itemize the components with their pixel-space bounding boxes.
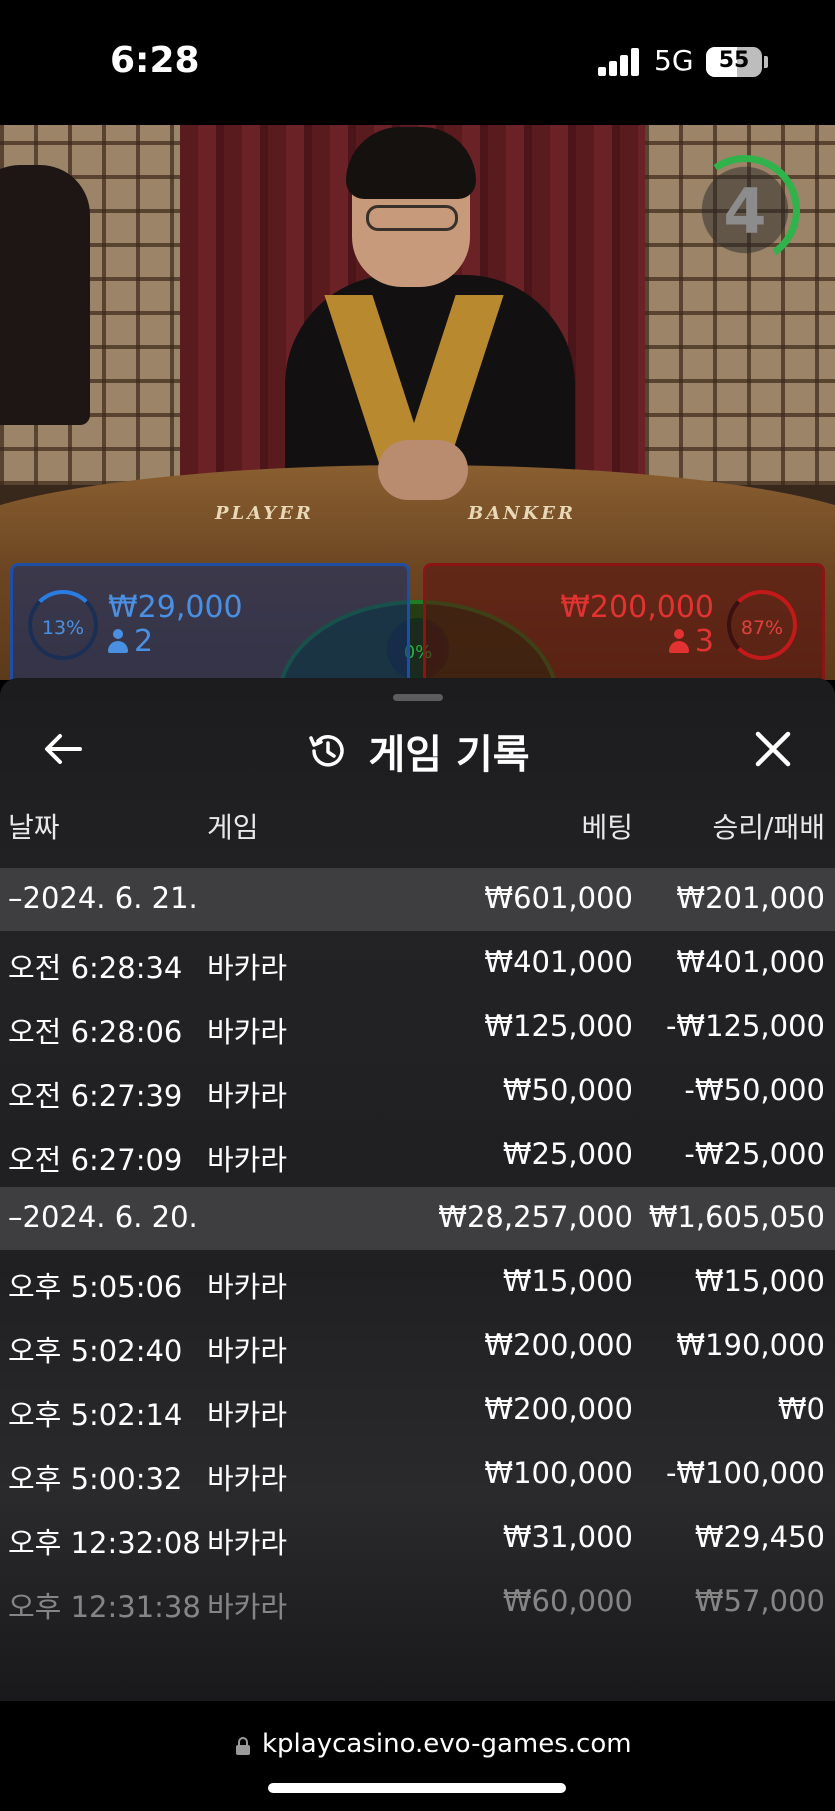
row-time: 오전 6:28:06 — [8, 1015, 183, 1049]
banker-percent: 87% — [740, 617, 784, 639]
history-row[interactable]: 오전 6:27:09 바카라 ₩25,000 -₩25,000 — [0, 1123, 835, 1187]
row-time: 오전 6:27:39 — [8, 1079, 183, 1113]
column-header-bet: 베팅 — [581, 811, 633, 844]
close-button[interactable] — [750, 726, 796, 772]
row-game: 바카라 — [207, 1590, 288, 1624]
row-game: 바카라 — [207, 1398, 288, 1432]
row-time: 오후 5:02:40 — [8, 1334, 183, 1368]
row-game: 바카라 — [207, 1270, 288, 1304]
row-game: 바카라 — [207, 1462, 288, 1496]
row-time: 오후 12:31:38 — [8, 1590, 201, 1624]
history-list[interactable]: –2024. 6. 21. ₩601,000 ₩201,000 오전 6:28:… — [0, 868, 835, 1634]
row-bet: ₩60,000 — [502, 1584, 633, 1618]
history-row[interactable]: 오전 6:28:06 바카라 ₩125,000 -₩125,000 — [0, 995, 835, 1059]
date-group-header[interactable]: –2024. 6. 21. ₩601,000 ₩201,000 — [0, 868, 835, 931]
player-percent-ring: 13% — [28, 590, 98, 660]
drag-handle[interactable] — [393, 694, 443, 701]
cellular-signal-icon — [598, 48, 640, 76]
player-bettor-count: 2 — [108, 624, 153, 659]
row-game: 바카라 — [207, 951, 288, 985]
column-header-date: 날짜 — [8, 811, 60, 844]
row-time: 오후 5:00:32 — [8, 1462, 183, 1496]
group-total-win-loss: ₩1,605,050 — [648, 1200, 825, 1234]
history-row[interactable]: 오후 5:05:06 바카라 ₩15,000 ₩15,000 — [0, 1250, 835, 1314]
row-win-loss: ₩190,000 — [676, 1328, 825, 1362]
row-game: 바카라 — [207, 1526, 288, 1560]
panel-header: 게임 기록 — [0, 722, 835, 780]
battery-level: 55 — [718, 48, 750, 73]
row-time: 오후 5:05:06 — [8, 1270, 183, 1304]
game-history-panel: 게임 기록 날짜 게임 베팅 승리/패배 –2024. 6. 21. ₩601,… — [0, 678, 835, 1701]
status-time: 6:28 — [110, 40, 200, 81]
row-bet: ₩125,000 — [484, 1009, 633, 1043]
row-bet: ₩100,000 — [484, 1456, 633, 1490]
group-total-bet: ₩28,257,000 — [438, 1200, 633, 1234]
row-game: 바카라 — [207, 1334, 288, 1368]
banker-bettor-count: 3 — [668, 624, 714, 659]
row-bet: ₩15,000 — [502, 1264, 633, 1298]
history-row[interactable]: 오전 6:27:39 바카라 ₩50,000 -₩50,000 — [0, 1059, 835, 1123]
column-header-game: 게임 — [207, 811, 259, 844]
banker-bet-spot[interactable]: ₩200,000 3 87% — [423, 563, 825, 683]
person-icon — [668, 629, 689, 653]
close-icon — [755, 731, 791, 767]
group-total-win-loss: ₩201,000 — [676, 881, 825, 915]
row-game: 바카라 — [207, 1015, 288, 1049]
network-type: 5G — [654, 44, 694, 77]
group-date: –2024. 6. 20. — [8, 1200, 198, 1234]
url-text[interactable]: kplaycasino.evo-games.com — [262, 1729, 632, 1759]
history-icon — [305, 729, 349, 773]
browser-address-bar[interactable]: kplaycasino.evo-games.com — [0, 1701, 835, 1811]
row-win-loss: ₩29,450 — [694, 1520, 825, 1554]
row-win-loss: -₩25,000 — [684, 1137, 825, 1171]
history-row[interactable]: 오후 5:02:14 바카라 ₩200,000 ₩0 — [0, 1378, 835, 1442]
row-win-loss: -₩50,000 — [684, 1073, 825, 1107]
second-dealer — [0, 165, 90, 425]
row-win-loss: -₩100,000 — [665, 1456, 825, 1490]
row-time: 오후 5:02:14 — [8, 1398, 183, 1432]
timer-value: 4 — [723, 175, 767, 248]
column-header-win-loss: 승리/패배 — [712, 811, 825, 844]
row-bet: ₩200,000 — [484, 1392, 633, 1426]
group-date: –2024. 6. 21. — [8, 881, 198, 915]
player-bet-amount: ₩29,000 — [108, 590, 243, 625]
history-row[interactable]: 오후 12:32:08 바카라 ₩31,000 ₩29,450 — [0, 1506, 835, 1570]
row-win-loss: ₩57,000 — [694, 1584, 825, 1618]
home-indicator[interactable] — [268, 1783, 566, 1793]
status-bar: 6:28 5G 55 — [0, 0, 835, 125]
row-bet: ₩31,000 — [502, 1520, 633, 1554]
player-bet-spot[interactable]: 13% ₩29,000 2 — [10, 563, 410, 683]
banker-percent-ring: 87% — [727, 590, 797, 660]
person-icon — [108, 629, 128, 653]
history-row[interactable]: 오전 6:28:34 바카라 ₩401,000 ₩401,000 — [0, 931, 835, 995]
row-win-loss: ₩401,000 — [676, 945, 825, 979]
row-bet: ₩25,000 — [502, 1137, 633, 1171]
row-win-loss: ₩15,000 — [694, 1264, 825, 1298]
row-win-loss: ₩0 — [777, 1392, 825, 1426]
player-percent: 13% — [41, 617, 85, 639]
row-time: 오후 12:32:08 — [8, 1526, 201, 1560]
row-bet: ₩50,000 — [502, 1073, 633, 1107]
table-header: 날짜 게임 베팅 승리/패배 — [0, 806, 835, 850]
history-row[interactable]: 오후 5:02:40 바카라 ₩200,000 ₩190,000 — [0, 1314, 835, 1378]
row-bet: ₩200,000 — [484, 1328, 633, 1362]
row-time: 오전 6:27:09 — [8, 1143, 183, 1177]
panel-title: 게임 기록 — [368, 732, 530, 778]
table-label-banker: BANKER — [468, 503, 576, 524]
row-bet: ₩401,000 — [484, 945, 633, 979]
group-total-bet: ₩601,000 — [484, 881, 633, 915]
row-win-loss: -₩125,000 — [665, 1009, 825, 1043]
row-game: 바카라 — [207, 1143, 288, 1177]
battery-icon: 55 — [706, 47, 762, 77]
row-time: 오전 6:28:34 — [8, 951, 183, 985]
banker-bet-amount: ₩200,000 — [560, 590, 714, 625]
row-game: 바카라 — [207, 1079, 288, 1113]
date-group-header[interactable]: –2024. 6. 20. ₩28,257,000 ₩1,605,050 — [0, 1187, 835, 1250]
countdown-timer: 4 — [681, 146, 809, 274]
history-row[interactable]: 오후 5:00:32 바카라 ₩100,000 -₩100,000 — [0, 1442, 835, 1506]
table-label-player: PLAYER — [215, 503, 314, 524]
lock-icon — [236, 1737, 250, 1755]
history-row[interactable]: 오후 12:31:38 바카라 ₩60,000 ₩57,000 — [0, 1570, 835, 1634]
